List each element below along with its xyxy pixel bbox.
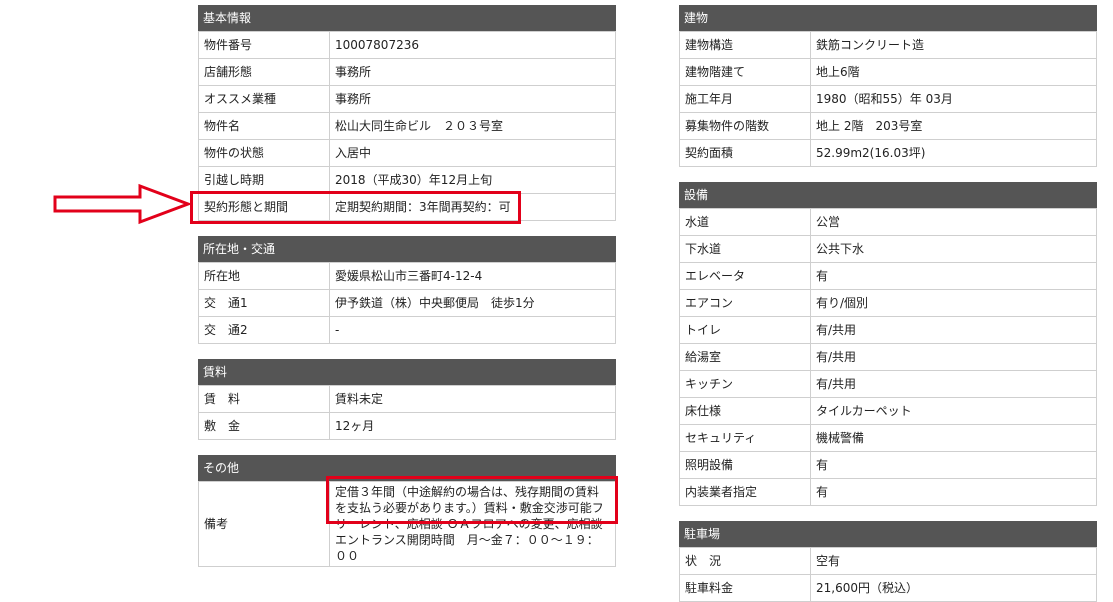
table-row: 建物構造 鉄筋コンクリート造 <box>679 31 1097 59</box>
table-row: エレベータ有 <box>679 262 1097 290</box>
table-building: 建物構造 鉄筋コンクリート造 建物階建て 地上6階 施工年月 1980（昭和55）年 … <box>679 31 1097 167</box>
section-title-building: 建物 <box>679 5 1097 31</box>
table-row: 給湯室 有/共用 <box>679 343 1097 371</box>
table-row: オススメ業種 事務所 <box>198 85 616 113</box>
table-row: 賃 料賃料未定 <box>198 385 616 413</box>
table-row: 物件の状態 入居中 <box>198 139 616 167</box>
section-title-facilities: 設備 <box>679 182 1097 208</box>
table-parking: 状 況空有 駐車料金 21,600円（税込） <box>679 547 1097 602</box>
table-row: 所在地 愛媛県松山市三番町4-12-4 <box>198 262 616 290</box>
section-location: 所在地・交通 所在地 愛媛県松山市三番町4-12-4 交 通1 伊予鉄道（株）中央郵… <box>198 236 616 344</box>
table-row: 物件番号 10007807236 <box>198 31 616 59</box>
section-building: 建物 建物構造 鉄筋コンクリート造 建物階建て 地上6階 施工年月 1980（昭和55… <box>679 5 1097 167</box>
table-row: 募集物件の階数 地上 2階 203号室 <box>679 112 1097 140</box>
highlight-box-contract-term <box>190 191 521 224</box>
section-title-location: 所在地・交通 <box>198 236 616 262</box>
table-row: 店舗形態 事務所 <box>198 58 616 86</box>
table-row: 契約面積 52.99m2(16.03坪) <box>679 139 1097 167</box>
annotation-arrow-icon <box>53 183 192 225</box>
table-row: 床仕様 タイルカーペット <box>679 397 1097 425</box>
table-row: 施工年月 1980（昭和55）年 03月 <box>679 85 1097 113</box>
section-title-rent: 賃料 <box>198 359 616 385</box>
table-row: エアコン 有り/個別 <box>679 289 1097 317</box>
table-row: 建物階建て 地上6階 <box>679 58 1097 86</box>
table-row: 物件名 松山大同生命ビル ２０３号室 <box>198 112 616 140</box>
table-facilities: 水道 公営 下水道 公共下水 エレベータ有 エアコン 有り/個別 トイレ 有/共用 給湯… <box>679 208 1097 506</box>
table-row: 内装業者指定有 <box>679 478 1097 506</box>
table-rent: 賃 料賃料未定 敷 金 12ヶ月 <box>198 385 616 440</box>
table-row: キッチン 有/共用 <box>679 370 1097 398</box>
table-row: 敷 金 12ヶ月 <box>198 412 616 440</box>
section-facilities: 設備 水道 公営 下水道 公共下水 エレベータ有 エアコン 有り/個別 トイレ 有/共用… <box>679 182 1097 506</box>
table-row: 下水道 公共下水 <box>679 235 1097 263</box>
table-row: セキュリティ 機械警備 <box>679 424 1097 452</box>
section-title-basic-info: 基本情報 <box>198 5 616 31</box>
section-parking: 駐車場 状 況空有 駐車料金 21,600円（税込） <box>679 521 1097 602</box>
table-row: 状 況空有 <box>679 547 1097 575</box>
section-basic-info: 基本情報 物件番号 10007807236 店舗形態 事務所 オススメ業種 事務所 物… <box>198 5 616 221</box>
section-rent: 賃料 賃 料賃料未定 敷 金 12ヶ月 <box>198 359 616 440</box>
section-title-parking: 駐車場 <box>679 521 1097 547</box>
table-row: トイレ 有/共用 <box>679 316 1097 344</box>
table-row: 駐車料金 21,600円（税込） <box>679 574 1097 602</box>
table-row: 引越し時期 2018（平成30）年12月上旬 <box>198 166 616 194</box>
table-row: 照明設備有 <box>679 451 1097 479</box>
table-row: 交 通2- <box>198 316 616 344</box>
table-row: 交 通1 伊予鉄道（株）中央郵便局 徒歩1分 <box>198 289 616 317</box>
table-row: 水道 公営 <box>679 208 1097 236</box>
highlight-box-remarks <box>326 476 618 524</box>
table-location: 所在地 愛媛県松山市三番町4-12-4 交 通1 伊予鉄道（株）中央郵便局 徒歩1分… <box>198 262 616 344</box>
